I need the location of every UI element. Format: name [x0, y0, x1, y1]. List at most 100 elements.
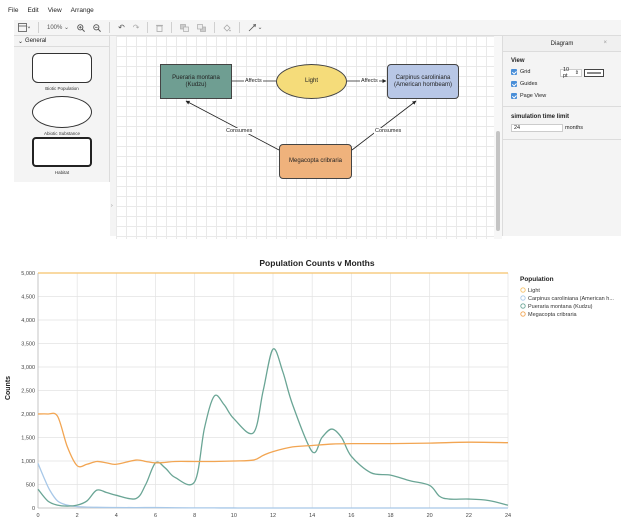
edge-megacopta-consumes-hornbeam[interactable]	[351, 100, 417, 151]
to-front-button[interactable]	[176, 21, 193, 35]
canvas-vertical-scrollbar[interactable]	[494, 36, 502, 239]
shape-label: Habitat	[54, 170, 70, 175]
simulation-time-limit-input[interactable]: 24	[511, 124, 563, 132]
menu-bar: File Edit View Arrange	[0, 0, 621, 20]
close-icon[interactable]: ×	[603, 40, 607, 46]
y-tick-label: 2,000	[21, 412, 35, 418]
page-view-checkbox[interactable]	[511, 93, 517, 99]
chevron-down-icon: ⌄	[64, 25, 70, 31]
legend-title: Population	[520, 276, 554, 283]
y-tick-label: 1,500	[21, 436, 35, 442]
toolbar-divider	[214, 22, 216, 33]
shape-abiotic-substance[interactable]: Abiotic Substance	[32, 96, 92, 136]
node-light[interactable]: Light	[276, 64, 347, 99]
grid-option[interactable]: Grid	[511, 69, 530, 75]
edge-megacopta-consumes-kudzu[interactable]	[185, 100, 280, 151]
legend-marker[interactable]	[520, 311, 526, 317]
node-hornbeam[interactable]: Carpinus caroliniana (American hornbeam)	[387, 64, 459, 99]
grid-checkbox[interactable]	[511, 69, 517, 75]
fill-color-button[interactable]	[219, 21, 235, 35]
chart-axes: 0 500 1,000 1,500 2,000 2,500 3,000 3,500 4,000 4…	[21, 271, 511, 519]
chart-legend: Population Light Carpinus caroliniana (Am…	[520, 276, 614, 318]
zoom-in-button[interactable]	[73, 21, 89, 35]
zoom-out-button[interactable]	[89, 21, 105, 35]
menu-arrange[interactable]: Arrange	[71, 7, 94, 14]
panel-title: Diagram	[550, 40, 574, 47]
diagram-canvas[interactable]: Pueraria montana (Kudzu) Light Carpinus …	[116, 36, 494, 239]
guides-option[interactable]: Guides	[511, 81, 537, 87]
x-tick-label: 20	[427, 513, 433, 519]
menu-file[interactable]: File	[8, 7, 18, 14]
node-kudzu[interactable]: Pueraria montana (Kudzu)	[160, 64, 232, 99]
collapse-arrow-icon: ›	[111, 203, 113, 209]
legend-label[interactable]: Light	[528, 288, 540, 294]
page-view-option[interactable]: Page View	[511, 93, 546, 99]
y-tick-label: 2,500	[21, 389, 35, 395]
simulation-time-limit-label: simulation time limit	[511, 114, 570, 120]
rounded-rectangle-shape	[32, 53, 92, 83]
legend-marker[interactable]	[520, 287, 526, 293]
ellipse-shape	[32, 96, 92, 128]
x-tick-label: 10	[231, 513, 237, 519]
scrollbar-thumb[interactable]	[496, 131, 500, 231]
toolbar: 100% ⌄ ↶ ↷ ⌄	[14, 20, 621, 36]
y-tick-label: 0	[32, 506, 35, 512]
legend-marker[interactable]	[520, 295, 526, 301]
simulation-time-limit-value: 24	[514, 125, 521, 131]
menu-view[interactable]: View	[48, 7, 62, 14]
undo-button[interactable]: ↶	[114, 21, 129, 35]
chevron-down-icon: ⌄	[257, 25, 263, 31]
panel-tab-diagram[interactable]: Diagram ×	[503, 36, 621, 52]
x-tick-label: 0	[36, 513, 39, 519]
connector-icon	[249, 23, 257, 31]
edge-label-consumes: Consumes	[225, 128, 254, 134]
redo-button[interactable]: ↷	[129, 21, 144, 35]
y-tick-label: 500	[26, 483, 35, 489]
legend-label[interactable]: Carpinus caroliniana (American h...	[528, 296, 614, 302]
zoom-select[interactable]: 100% ⌄	[43, 21, 73, 35]
y-tick-label: 3,000	[21, 365, 35, 371]
menu-edit[interactable]: Edit	[27, 7, 38, 14]
edge-label-consumes: Consumes	[374, 128, 403, 134]
y-axis-label: Counts	[5, 376, 12, 400]
chart-title: Population Counts v Months	[259, 258, 374, 268]
zoom-out-icon	[93, 23, 102, 32]
to-back-icon	[197, 23, 207, 32]
sidebar-section-header[interactable]: ⌄ General	[14, 36, 109, 47]
legend-label[interactable]: Megacopta cribraria	[528, 312, 578, 318]
stepper-icon: ⇕	[574, 70, 579, 76]
node-megacopta[interactable]: Megacopta cribraria	[279, 144, 352, 179]
toolbar-divider	[38, 22, 39, 33]
legend-label[interactable]: Pueraria montana (Kudzu)	[528, 304, 593, 310]
grid-color-swatch[interactable]	[584, 69, 604, 77]
guides-label: Guides	[520, 81, 538, 87]
shape-label: Abiotic Substance	[43, 131, 81, 136]
edge-label-affects: Affects	[244, 78, 263, 84]
grid-size-value: 10 pt	[563, 67, 570, 79]
x-tick-label: 22	[466, 513, 472, 519]
delete-button[interactable]	[152, 21, 167, 35]
toolbar-divider	[147, 22, 149, 33]
shape-biotic-population[interactable]: Biotic Population	[32, 53, 92, 91]
undo-icon: ↶	[118, 23, 125, 32]
to-front-icon	[180, 23, 190, 32]
panel-divider	[503, 106, 621, 107]
x-tick-label: 4	[115, 513, 118, 519]
to-back-button[interactable]	[193, 21, 210, 35]
grid-size-input[interactable]: 10 pt ⇕	[560, 67, 582, 79]
format-panel-toggle-button[interactable]	[14, 21, 34, 35]
y-tick-label: 4,000	[21, 318, 35, 324]
shape-habitat[interactable]: Habitat	[32, 137, 92, 175]
panel-layout-icon	[18, 23, 30, 32]
guides-checkbox[interactable]	[511, 81, 517, 87]
legend-marker[interactable]	[520, 303, 526, 309]
x-tick-label: 14	[309, 513, 315, 519]
waypoint-button[interactable]: ⌄	[244, 21, 266, 35]
y-tick-label: 5,000	[21, 271, 35, 277]
grid-color-swatch-inner	[587, 72, 601, 74]
x-tick-label: 16	[348, 513, 354, 519]
toolbar-divider	[171, 22, 173, 33]
edge-label-affects: Affects	[360, 78, 379, 84]
x-tick-label: 8	[193, 513, 196, 519]
x-tick-label: 2	[76, 513, 79, 519]
